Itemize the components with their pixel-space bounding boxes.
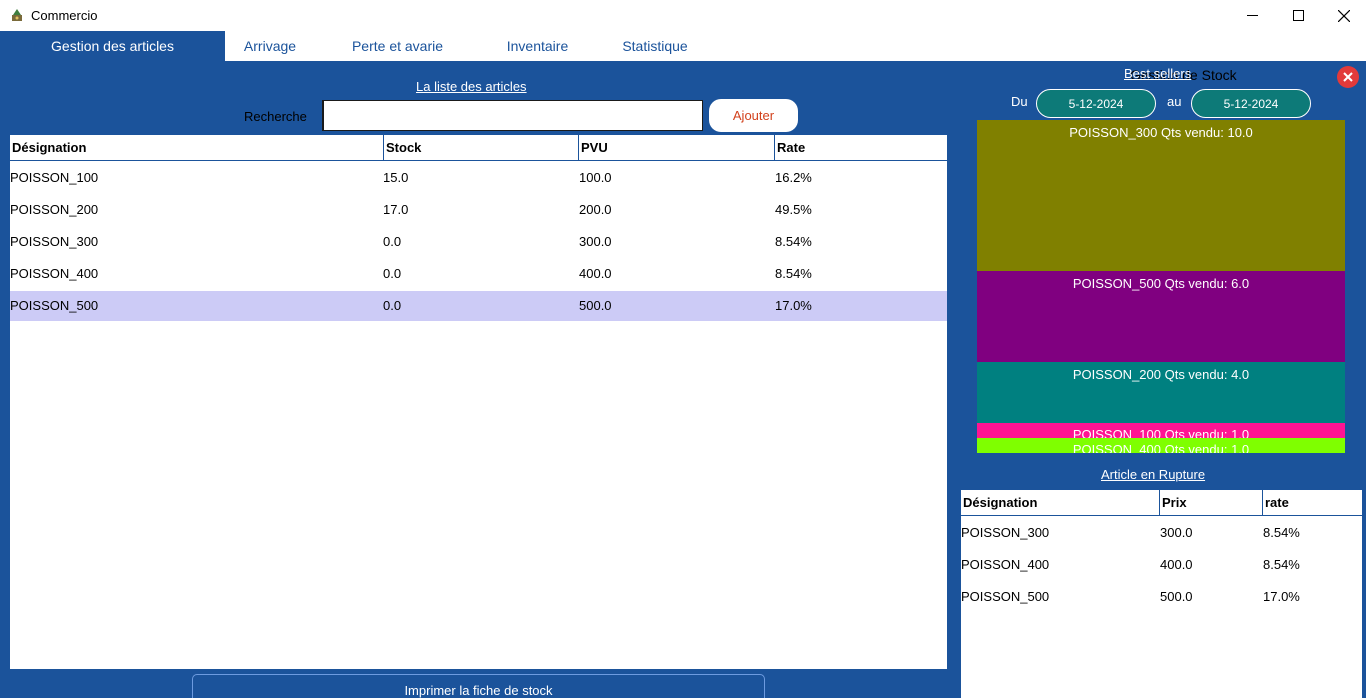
table-row[interactable]: POISSON_300 0.0 300.0 8.54% xyxy=(10,227,947,257)
tab-perte-et-avarie[interactable]: Perte et avarie xyxy=(330,31,465,61)
date-from-label: Du xyxy=(1011,94,1028,109)
cell-rate: 8.54% xyxy=(775,234,812,249)
best-seller-bar: POISSON_300 Qts vendu: 10.0 xyxy=(977,120,1345,271)
best-seller-bar: POISSON_200 Qts vendu: 4.0 xyxy=(977,362,1345,423)
rupture-table: Désignation Prix rate POISSON_300 300.0 … xyxy=(961,490,1362,698)
best-seller-label: POISSON_400 Qts vendu: 1.0 xyxy=(1072,442,1250,453)
best-seller-bar: POISSON_400 Qts vendu: 1.0 xyxy=(977,438,1345,453)
date-to-label: au xyxy=(1167,94,1182,109)
table-row[interactable]: POISSON_100 15.0 100.0 16.2% xyxy=(10,163,947,193)
column-header-rate[interactable]: rate xyxy=(1262,490,1362,516)
tab-gestion-des-articles[interactable]: Gestion des articles xyxy=(0,31,225,61)
articles-list-title: La liste des articles xyxy=(416,79,527,94)
cell-designation: POISSON_400 xyxy=(961,557,1050,572)
best-seller-bar: POISSON_500 Qts vendu: 6.0 xyxy=(977,271,1345,362)
search-label: Recherche xyxy=(244,109,307,124)
add-article-button[interactable]: Ajouter xyxy=(709,99,798,132)
close-icon xyxy=(1343,72,1353,82)
cell-rate: 8.54% xyxy=(775,266,812,281)
table-header: Désignation Stock PVU Rate xyxy=(10,135,947,161)
rupture-title: Article en Rupture xyxy=(1101,467,1206,482)
articles-table: Désignation Stock PVU Rate POISSON_100 1… xyxy=(10,135,947,669)
cell-designation: POISSON_300 xyxy=(10,234,99,249)
cell-rate: 16.2% xyxy=(775,170,812,185)
cell-pvu: 100.0 xyxy=(579,170,612,185)
tab-bar: Gestion des articles Arrivage Perte et a… xyxy=(0,31,1366,88)
cell-stock: 0.0 xyxy=(383,234,402,249)
table-row[interactable]: POISSON_200 17.0 200.0 49.5% xyxy=(10,195,947,225)
table-row[interactable]: POISSON_300 300.0 8.54% xyxy=(961,518,1362,548)
cell-stock: 0.0 xyxy=(383,266,402,281)
date-from-picker[interactable]: 5-12-2024 xyxy=(1036,89,1156,118)
column-header-prix[interactable]: Prix xyxy=(1159,490,1262,516)
column-header-rate[interactable]: Rate xyxy=(774,135,947,161)
cell-designation: POISSON_200 xyxy=(10,202,99,217)
cell-prix: 400.0 xyxy=(1160,557,1193,572)
cell-pvu: 500.0 xyxy=(579,298,612,313)
tab-inventaire[interactable]: Inventaire xyxy=(485,31,590,61)
title-bar: Commercio xyxy=(0,0,1366,31)
best-seller-bar: POISSON_100 Qts vendu: 1.0 xyxy=(977,423,1345,438)
best-seller-label: POISSON_300 Qts vendu: 10.0 xyxy=(1069,125,1253,140)
minimize-button[interactable] xyxy=(1229,0,1275,31)
cell-pvu: 400.0 xyxy=(579,266,612,281)
search-input[interactable] xyxy=(322,100,703,131)
cell-stock: 17.0 xyxy=(383,202,409,217)
date-to-picker[interactable]: 5-12-2024 xyxy=(1191,89,1311,118)
cell-rate: 49.5% xyxy=(775,202,812,217)
cell-designation: POISSON_500 xyxy=(961,589,1050,604)
best-seller-label: POISSON_500 Qts vendu: 6.0 xyxy=(1072,276,1250,291)
table-row[interactable]: POISSON_400 400.0 8.54% xyxy=(961,550,1362,580)
window-title: Commercio xyxy=(31,8,98,23)
table-row-selected[interactable]: POISSON_500 0.0 500.0 17.0% xyxy=(10,291,947,321)
cell-prix: 500.0 xyxy=(1160,589,1193,604)
cell-rate: 8.54% xyxy=(1263,557,1300,572)
table-header: Désignation Prix rate xyxy=(961,490,1362,516)
table-row[interactable]: POISSON_400 0.0 400.0 8.54% xyxy=(10,259,947,289)
cell-pvu: 300.0 xyxy=(579,234,612,249)
tab-arrivage[interactable]: Arrivage xyxy=(225,31,315,61)
cell-designation: POISSON_400 xyxy=(10,266,99,281)
close-icon xyxy=(1338,9,1350,22)
column-header-designation[interactable]: Désignation xyxy=(961,490,1159,516)
cell-pvu: 200.0 xyxy=(579,202,612,217)
cell-prix: 300.0 xyxy=(1160,525,1193,540)
maximize-button[interactable] xyxy=(1275,0,1321,31)
column-header-stock[interactable]: Stock xyxy=(383,135,578,161)
column-header-pvu[interactable]: PVU xyxy=(578,135,774,161)
cell-rate: 8.54% xyxy=(1263,525,1300,540)
column-header-designation[interactable]: Désignation xyxy=(10,135,383,161)
cell-rate: 17.0% xyxy=(1263,589,1300,604)
close-window-button[interactable] xyxy=(1321,0,1366,31)
best-sellers-title: Best sellers xyxy=(1124,66,1192,81)
best-seller-label: POISSON_200 Qts vendu: 4.0 xyxy=(1072,367,1250,382)
best-sellers-bars: POISSON_300 Qts vendu: 10.0 POISSON_500 … xyxy=(977,120,1345,453)
close-module-button[interactable] xyxy=(1337,66,1359,88)
cell-designation: POISSON_500 xyxy=(10,298,99,313)
minimize-icon xyxy=(1246,15,1258,16)
app-icon xyxy=(12,9,22,21)
tab-statistique[interactable]: Statistique xyxy=(605,31,705,61)
cell-stock: 0.0 xyxy=(383,298,402,313)
cell-designation: POISSON_300 xyxy=(961,525,1050,540)
best-seller-label: POISSON_100 Qts vendu: 1.0 xyxy=(1072,427,1250,438)
cell-rate: 17.0% xyxy=(775,298,812,313)
maximize-icon xyxy=(1292,10,1304,21)
table-row[interactable]: POISSON_500 500.0 17.0% xyxy=(961,582,1362,612)
print-stock-sheet-button[interactable]: Imprimer la fiche de stock xyxy=(192,674,765,698)
cell-stock: 15.0 xyxy=(383,170,409,185)
cell-designation: POISSON_100 xyxy=(10,170,99,185)
